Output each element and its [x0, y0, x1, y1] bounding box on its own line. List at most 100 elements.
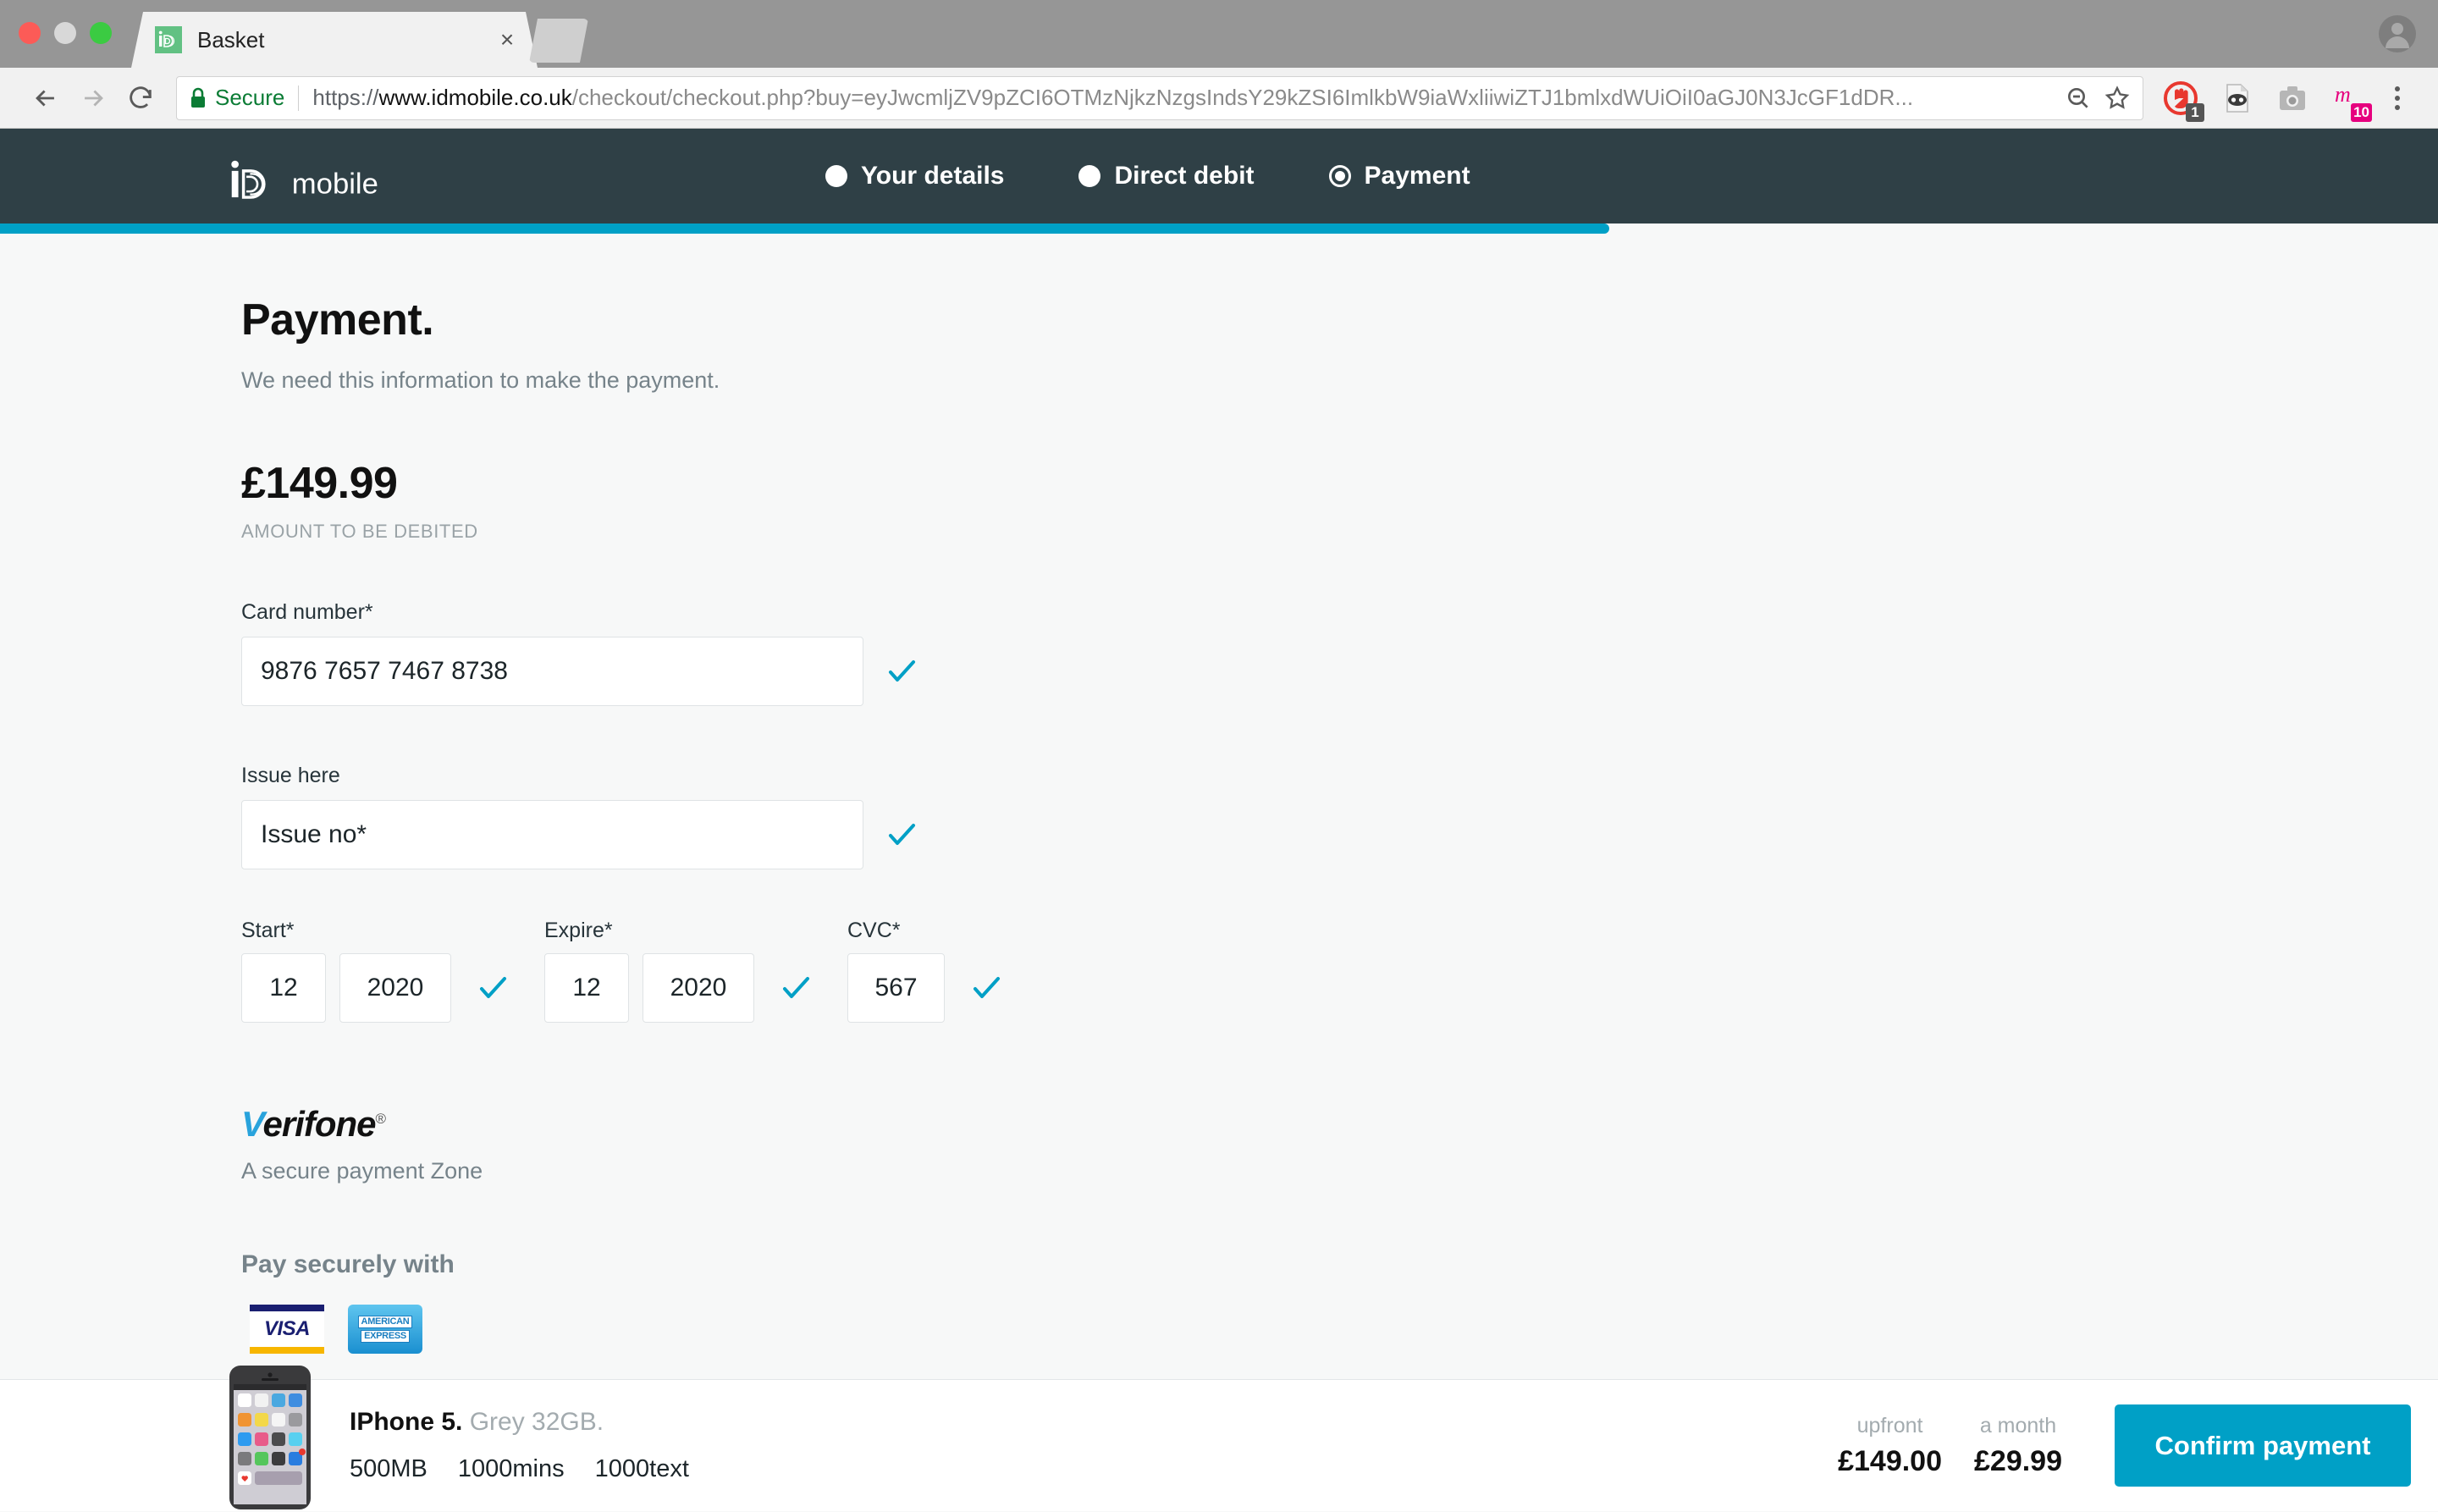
address-bar[interactable]: Secure https://www.idmobile.co.uk/checko…: [176, 75, 2143, 120]
star-icon[interactable]: [2104, 85, 2131, 112]
step-your-details[interactable]: Your details: [825, 162, 1004, 190]
allowance-texts: 1000text: [594, 1455, 689, 1482]
secure-label: Secure: [215, 85, 285, 110]
adblock-badge-count: 1: [2186, 102, 2204, 122]
expire-date-valid-check-icon: [780, 972, 812, 1004]
issue-valid-check-icon: [885, 819, 918, 851]
monthly-label: a month: [1979, 1413, 2057, 1438]
url-scheme: https://: [312, 85, 379, 110]
adblock-extension-icon[interactable]: 1: [2162, 80, 2204, 122]
browser-tab[interactable]: Basket ×: [131, 12, 538, 68]
expire-date-group: Expire*: [544, 919, 812, 1023]
step-indicator-icon: [825, 165, 847, 187]
device-name: IPhone 5.: [350, 1408, 463, 1436]
page-subtitle: We need this information to make the pay…: [241, 367, 720, 393]
amex-label-line1: AMERICAN: [357, 1316, 413, 1328]
device-name-line: IPhone 5. Grey 32GB.: [350, 1408, 1838, 1437]
kebab-menu-icon[interactable]: [2379, 80, 2416, 117]
issue-field-group: Issue here: [241, 764, 2438, 869]
url-host: www.idmobile.co.uk: [378, 85, 572, 110]
expire-year-input[interactable]: [643, 953, 754, 1023]
order-summary-details: IPhone 5. Grey 32GB. 500MB 1000mins 1000…: [350, 1408, 1838, 1483]
forward-arrow-icon: [69, 74, 117, 122]
upfront-value: £149.00: [1838, 1444, 1942, 1477]
upfront-label: upfront: [1856, 1413, 1923, 1438]
zoom-out-icon[interactable]: [2065, 85, 2092, 112]
browser-extensions: 1 m 10: [2162, 80, 2372, 122]
payment-form: Payment. We need this information to mak…: [0, 234, 2438, 1354]
verifone-registered-mark: ®: [375, 1111, 386, 1127]
close-tab-button[interactable]: ×: [492, 28, 522, 52]
verifone-logo-rest: erifone: [262, 1104, 376, 1144]
browser-tab-strip: Basket ×: [0, 0, 2438, 68]
verifone-tagline: A secure payment Zone: [241, 1158, 483, 1184]
id-mobile-logo[interactable]: mobile: [230, 159, 421, 203]
verifone-block: Verifone® A secure payment Zone: [241, 1104, 2438, 1184]
amex-label-line2: EXPRESS: [361, 1330, 410, 1343]
iphone-thumbnail-image: [224, 1365, 316, 1509]
address-divider: [298, 85, 300, 111]
browser-toolbar: Secure https://www.idmobile.co.uk/checko…: [0, 68, 2438, 129]
accepted-cards: VISA AMERICAN EXPRESS: [241, 1305, 2438, 1354]
cvc-input[interactable]: [847, 953, 945, 1023]
svg-text:m: m: [2335, 82, 2351, 107]
mailtrack-badge-count: 10: [2351, 102, 2372, 122]
cvc-group: CVC*: [847, 919, 1002, 1023]
step-label: Direct debit: [1114, 162, 1255, 190]
card-number-input[interactable]: [241, 637, 863, 706]
maximize-window-button[interactable]: [90, 22, 112, 44]
reload-icon[interactable]: [117, 74, 164, 122]
cvc-label: CVC*: [847, 919, 901, 942]
secure-indicator[interactable]: Secure: [189, 85, 284, 111]
card-number-valid-check-icon: [885, 655, 918, 687]
device-variant: Grey 32GB.: [469, 1408, 604, 1436]
expire-date-label: Expire*: [544, 919, 613, 942]
verifone-logo-v: V: [241, 1104, 263, 1144]
expire-month-input[interactable]: [544, 953, 629, 1023]
step-label: Your details: [861, 162, 1005, 190]
id-mobile-favicon: [155, 26, 182, 53]
amex-card-logo: AMERICAN EXPRESS: [348, 1305, 422, 1354]
step-indicator-icon: [1078, 165, 1101, 187]
visa-label: VISA: [263, 1317, 311, 1340]
step-indicator-active-icon: [1328, 165, 1351, 187]
page-title: Payment.: [241, 295, 434, 345]
allowance-data: 500MB: [350, 1455, 427, 1482]
screenshot-camera-extension-icon[interactable]: [2274, 80, 2311, 117]
issue-number-input[interactable]: [241, 800, 863, 869]
verifone-logo: Verifone®: [241, 1104, 2438, 1145]
checkout-progress-track: [0, 223, 2438, 234]
lock-icon: [191, 87, 205, 108]
step-direct-debit[interactable]: Direct debit: [1078, 162, 1255, 190]
allowance-minutes: 1000mins: [457, 1455, 565, 1482]
minimize-window-button[interactable]: [54, 22, 76, 44]
step-payment[interactable]: Payment: [1328, 162, 1470, 190]
url-path: /checkout/checkout.php?buy=eyJwcmljZV9pZ…: [571, 85, 1914, 110]
user-profile-icon[interactable]: [2375, 12, 2419, 56]
card-dates-row: Start* Expire*: [241, 919, 2438, 1023]
back-arrow-icon[interactable]: [22, 74, 69, 122]
issue-label: Issue here: [241, 764, 340, 787]
site-header: mobile Your details Direct debit Payment: [0, 129, 2438, 223]
order-summary-bar: IPhone 5. Grey 32GB. 500MB 1000mins 1000…: [0, 1365, 2438, 1511]
cvc-valid-check-icon: [970, 972, 1002, 1004]
start-date-group: Start*: [241, 919, 509, 1023]
mailtrack-extension-icon[interactable]: m 10: [2330, 80, 2372, 122]
monthly-value: £29.99: [1974, 1444, 2062, 1477]
svg-text:mobile: mobile: [292, 168, 378, 201]
card-number-label: Card number*: [241, 600, 373, 624]
browser-tab-title: Basket: [197, 26, 265, 52]
amount-to-debit-label: AMOUNT TO BE DEBITED: [241, 521, 478, 542]
address-bar-url: https://www.idmobile.co.uk/checkout/chec…: [312, 85, 2053, 111]
start-year-input[interactable]: [339, 953, 451, 1023]
amount-to-debit-value: £149.99: [241, 459, 398, 508]
browser-window: Basket × Secure https://www.idmobile.co.…: [0, 0, 2438, 1512]
close-window-button[interactable]: [19, 22, 41, 44]
monthly-price-block: a month £29.99: [1974, 1414, 2062, 1478]
visa-card-logo: VISA: [250, 1305, 324, 1354]
plan-allowances: 500MB 1000mins 1000text: [350, 1455, 1838, 1483]
confirm-payment-button[interactable]: Confirm payment: [2115, 1404, 2411, 1487]
new-tab-button[interactable]: [529, 19, 588, 63]
incognito-mask-extension-icon[interactable]: [2218, 80, 2255, 117]
start-month-input[interactable]: [241, 953, 326, 1023]
